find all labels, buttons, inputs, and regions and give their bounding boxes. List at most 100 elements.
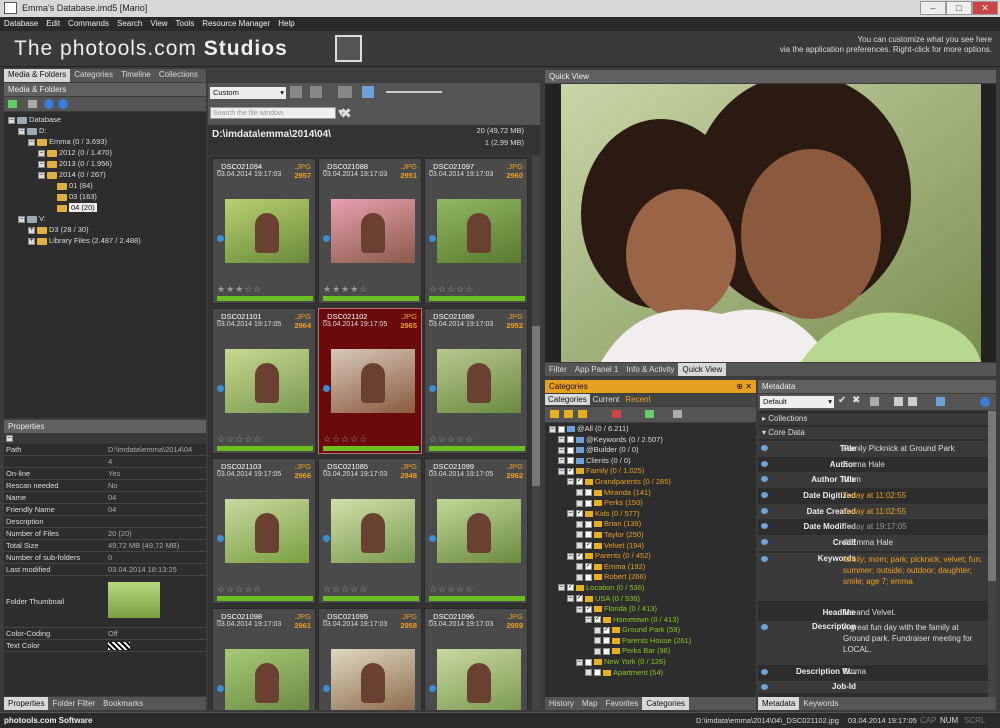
category-expand-icon[interactable]: [594, 637, 601, 645]
category-item[interactable]: Parents House (261): [545, 636, 756, 647]
tree-item[interactable]: – 2014 (0 / 267): [4, 169, 206, 180]
category-expand-icon[interactable]: [576, 573, 583, 581]
menu-resource-manager[interactable]: Resource Manager: [198, 17, 274, 28]
category-expand-icon[interactable]: –: [585, 616, 592, 624]
paste-icon[interactable]: [908, 397, 917, 406]
rating-stars[interactable]: ☆☆☆☆☆: [217, 584, 262, 595]
property-value[interactable]: 03.04.2014 18:13:25: [108, 564, 177, 576]
metadata-value[interactable]: Mom: [843, 475, 861, 484]
maximize-button[interactable]: □: [946, 1, 972, 15]
category-checkbox[interactable]: [585, 658, 592, 666]
category-checkbox[interactable]: ✓: [585, 542, 592, 550]
metadata-value[interactable]: Emma Hale: [843, 460, 885, 469]
apply-icon[interactable]: ✔: [838, 395, 846, 406]
subtab-categories[interactable]: Categories: [545, 394, 590, 405]
rating-stars[interactable]: ☆☆☆☆☆: [429, 434, 474, 445]
clear-search-icon[interactable]: ✖: [340, 105, 352, 122]
tab-favorites[interactable]: Favorites: [601, 697, 642, 710]
category-expand-icon[interactable]: [576, 499, 583, 507]
category-expand-icon[interactable]: –: [558, 436, 565, 444]
thumbnail-image[interactable]: [437, 499, 521, 563]
property-value[interactable]: 20 (20): [108, 528, 132, 540]
layout-icon[interactable]: [310, 86, 322, 98]
category-item[interactable]: Miranda (141): [545, 488, 756, 499]
category-expand-icon[interactable]: [594, 626, 601, 634]
property-value[interactable]: D:\imdata\emma\2014\04: [108, 444, 192, 456]
thumbnail-card[interactable]: _DSC021099 03.04.2014 19:17:05 .JPG 2962 ☆☆☆…: [424, 458, 528, 604]
description-value[interactable]: A great fun day with the family at Groun…: [843, 622, 983, 655]
thumbnail-card[interactable]: _DSC021085 03.04.2014 19:17:03 .JPG 2948 ☆☆☆…: [318, 458, 422, 604]
metadata-scrollbar[interactable]: [988, 411, 996, 697]
menu-help[interactable]: Help: [274, 17, 298, 28]
expand-icon[interactable]: –: [38, 149, 45, 157]
category-settings-icon[interactable]: [673, 410, 682, 418]
category-expand-icon[interactable]: –: [576, 605, 583, 613]
collapse-icon[interactable]: –: [6, 435, 13, 443]
category-item[interactable]: – Clients (0 / 0): [545, 456, 756, 467]
category-expand-icon[interactable]: [594, 647, 601, 655]
tree-item[interactable]: – D:: [4, 125, 206, 136]
category-expand-icon[interactable]: –: [558, 457, 565, 465]
category-item[interactable]: – @All (0 / 6.211): [545, 424, 756, 435]
subtab-current[interactable]: Current: [590, 394, 623, 405]
thumbnail-image[interactable]: [225, 349, 309, 413]
template-icon[interactable]: [936, 397, 945, 406]
new-subcategory-icon[interactable]: [564, 410, 573, 418]
category-checkbox[interactable]: [585, 531, 592, 539]
grid-scrollbar[interactable]: [532, 156, 540, 710]
metadata-value[interactable]: Today at 11:02:55: [843, 507, 906, 516]
thumbnail-card[interactable]: _DSC021095 03.04.2014 19:17:03 .JPG 2958: [318, 608, 422, 710]
rating-stars[interactable]: ☆☆☆☆☆: [323, 584, 368, 595]
category-checkbox[interactable]: ✓: [603, 626, 610, 634]
property-value[interactable]: No: [108, 480, 118, 492]
category-item[interactable]: Brian (139): [545, 519, 756, 530]
collections-section[interactable]: ▸ Collections: [758, 413, 988, 425]
category-item[interactable]: – ✓ Location (0 / 536): [545, 583, 756, 594]
assign-icon[interactable]: [645, 410, 654, 418]
category-expand-icon[interactable]: –: [558, 446, 565, 454]
category-expand-icon[interactable]: –: [567, 478, 574, 486]
expand-icon[interactable]: +: [28, 237, 35, 245]
category-checkbox[interactable]: ✓: [567, 467, 574, 475]
tab-keywords[interactable]: Keywords: [799, 697, 842, 710]
thumbnail-image[interactable]: [331, 349, 415, 413]
thumbnail-image[interactable]: [437, 199, 521, 263]
expand-icon[interactable]: –: [38, 160, 45, 168]
copy-icon[interactable]: [894, 397, 903, 406]
expand-icon[interactable]: –: [28, 138, 35, 146]
rating-stars[interactable]: ★★★★☆: [323, 284, 368, 295]
pin-icon[interactable]: ⊕ ✕: [736, 382, 752, 391]
category-checkbox[interactable]: [585, 573, 592, 581]
subtab-recent[interactable]: Recent: [622, 394, 653, 405]
property-value[interactable]: 49,72 MB (49,72 MB): [108, 540, 179, 552]
thumbnail-image[interactable]: [225, 199, 309, 263]
tree-item[interactable]: + Library Files (2.487 / 2.488): [4, 235, 206, 246]
visibility-eye-icon[interactable]: [761, 523, 768, 530]
zoom-slider[interactable]: [386, 91, 442, 93]
keywords-value[interactable]: family; mom; park; picknick; velvet; fun…: [843, 554, 983, 587]
expand-icon[interactable]: –: [18, 127, 25, 135]
delete-category-icon[interactable]: [612, 410, 621, 418]
tab-categories[interactable]: Categories: [70, 69, 117, 82]
filter-icon[interactable]: [338, 86, 352, 98]
category-expand-icon[interactable]: [585, 669, 592, 677]
category-checkbox[interactable]: ✓: [576, 552, 583, 560]
category-item[interactable]: ✓ Ground Park (59): [545, 625, 756, 636]
thumbnail-card[interactable]: _DSC021094 03.04.2014 19:17:03 .JPG 2957 ★★★…: [212, 158, 316, 304]
thumbnail-image[interactable]: [437, 649, 521, 710]
expand-icon[interactable]: –: [18, 215, 25, 223]
category-item[interactable]: – ✓ Hometown (0 / 413): [545, 615, 756, 626]
category-checkbox[interactable]: [558, 425, 565, 433]
category-checkbox[interactable]: [567, 457, 574, 465]
category-checkbox[interactable]: ✓: [567, 584, 574, 592]
category-checkbox[interactable]: ✓: [585, 605, 592, 613]
category-item[interactable]: Robert (266): [545, 572, 756, 583]
tree-item[interactable]: – Database: [4, 114, 206, 125]
settings-icon[interactable]: [28, 100, 37, 108]
search-input[interactable]: Search the file window.: [210, 107, 336, 119]
jobid-eye-icon[interactable]: [761, 684, 768, 690]
tree-item[interactable]: +04 (20): [4, 202, 206, 213]
color-coding-value[interactable]: Off: [108, 628, 118, 640]
category-checkbox[interactable]: [585, 489, 592, 497]
core-data-section[interactable]: ▾ Core Data: [758, 427, 988, 439]
